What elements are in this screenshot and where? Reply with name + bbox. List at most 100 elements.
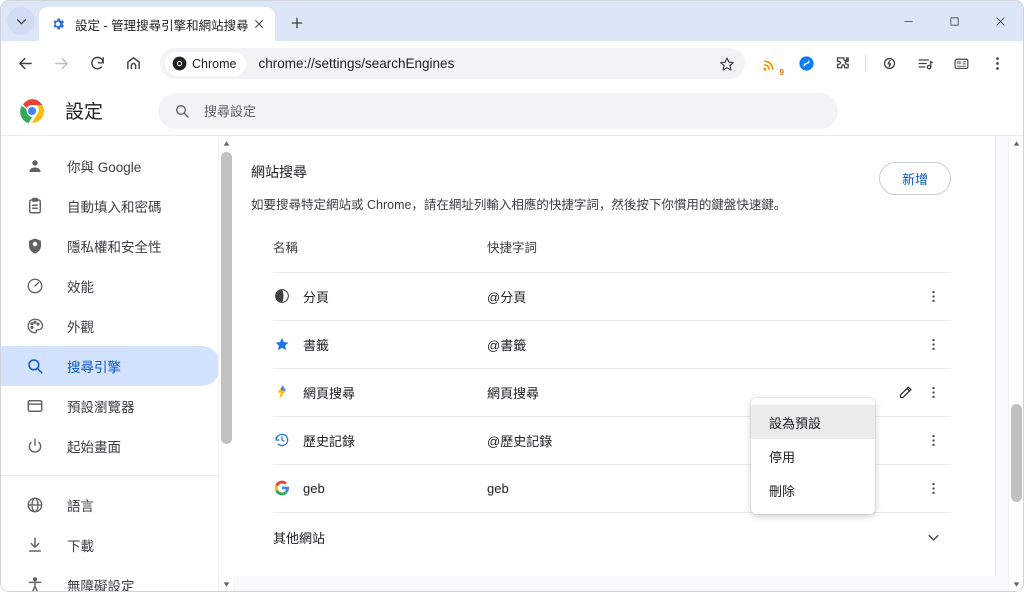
search-icon <box>174 103 190 119</box>
table-row[interactable]: 書籤 @書籤 <box>273 320 951 368</box>
extensions-puzzle-icon[interactable] <box>827 49 857 79</box>
row-actions <box>891 378 947 406</box>
cast-badge-icon[interactable]: 9 <box>755 49 785 79</box>
more-vertical-icon[interactable] <box>919 282 947 310</box>
sidebar-item-autofill-passwords[interactable]: 自動填入和密碼 <box>1 186 221 226</box>
search-icon <box>25 356 45 376</box>
sidebar-item-appearance[interactable]: 外觀 <box>1 306 221 346</box>
main-scroll-up-arrow-icon[interactable] <box>1009 136 1023 151</box>
tab-strip: 設定 - 管理搜尋引擎和網站搜尋 <box>1 1 1023 41</box>
section-title: 網站搜尋 <box>251 162 951 182</box>
row-name-cell: geb <box>273 480 487 497</box>
sidebar-scrollbar[interactable] <box>218 136 233 592</box>
web-search-lightning-icon <box>273 384 290 401</box>
main-scrollbar[interactable] <box>1008 136 1023 592</box>
sidebar-item-on-startup[interactable]: 起始畫面 <box>1 426 221 466</box>
forward-arrow-icon <box>46 49 76 79</box>
browser-tab[interactable]: 設定 - 管理搜尋引擎和網站搜尋 <box>39 7 275 41</box>
other-sites-label: 其他網站 <box>273 528 919 547</box>
sidebar-item-label: 效能 <box>67 276 94 296</box>
url-text[interactable]: chrome://settings/searchEngines <box>258 56 713 71</box>
sidebar-item-label: 外觀 <box>67 316 94 336</box>
settings-main: 網站搜尋 如要搜尋特定網站或 Chrome，請在網址列輸入相應的快捷字詞，然後按… <box>233 136 1023 592</box>
menu-item-delete[interactable]: 刪除 <box>751 473 875 507</box>
home-icon[interactable] <box>118 49 148 79</box>
sidebar-scroll-up-arrow-icon[interactable] <box>219 136 233 151</box>
sidebar-divider <box>1 475 233 476</box>
row-name-cell: 歷史記錄 <box>273 431 487 450</box>
sidebar-item-label: 無障礙設定 <box>67 575 135 592</box>
row-name-cell: 書籤 <box>273 335 487 354</box>
chrome-icon <box>172 56 187 71</box>
sidebar-scroll-down-arrow-icon[interactable] <box>219 577 233 592</box>
back-arrow-icon[interactable] <box>10 49 40 79</box>
row-keyword: @分頁 <box>487 287 919 306</box>
accessibility-icon <box>25 575 45 592</box>
sidebar-item-privacy-security[interactable]: 隱私權和安全性 <box>1 226 221 266</box>
sidebar-item-accessibility[interactable]: 無障礙設定 <box>1 565 221 592</box>
sidebar-item-default-browser[interactable]: 預設瀏覽器 <box>1 386 221 426</box>
search-input[interactable]: 搜尋設定 <box>158 93 838 129</box>
more-vertical-icon[interactable] <box>919 474 947 502</box>
sidebar-scroll-thumb[interactable] <box>221 152 232 444</box>
speedometer-icon <box>25 276 45 296</box>
browser-window: 設定 - 管理搜尋引擎和網站搜尋 <box>0 0 1024 592</box>
settings-gear-icon <box>50 16 66 32</box>
cast-badge-count: 9 <box>780 68 784 77</box>
pencil-edit-icon[interactable] <box>891 378 919 406</box>
chrome-menu-icon[interactable] <box>982 49 1012 79</box>
sidebar-item-label: 隱私權和安全性 <box>67 236 162 256</box>
settings-sidebar: 你與 Google 自動填入和密碼 隱私權和安全性 效能 <box>1 136 233 592</box>
chrome-logo-icon <box>19 98 45 124</box>
row-name: 書籤 <box>303 335 329 354</box>
sidebar-item-label: 下載 <box>67 535 94 555</box>
add-button[interactable]: 新增 <box>879 162 951 195</box>
sidebar-item-label: 預設瀏覽器 <box>67 396 135 416</box>
tab-close-icon[interactable] <box>249 14 269 34</box>
new-tab-button[interactable] <box>283 9 311 37</box>
performance-leaf-icon[interactable] <box>874 49 904 79</box>
address-bar[interactable]: Chrome chrome://settings/searchEngines <box>160 48 745 79</box>
star-icon[interactable] <box>713 50 741 78</box>
power-icon <box>25 436 45 456</box>
media-playlist-icon[interactable] <box>910 49 940 79</box>
close-icon[interactable] <box>977 1 1023 41</box>
more-vertical-icon[interactable] <box>919 426 947 454</box>
reload-icon[interactable] <box>82 49 112 79</box>
table-row[interactable]: 分頁 @分頁 <box>273 272 951 320</box>
chip-label: Chrome <box>192 57 236 71</box>
more-vertical-icon[interactable] <box>919 330 947 358</box>
sidebar-item-label: 搜尋引擎 <box>67 356 121 376</box>
section-description: 如要搜尋特定網站或 Chrome，請在網址列輸入相應的快捷字詞，然後按下你慣用的… <box>251 196 851 215</box>
column-header-keyword: 快捷字詞 <box>487 237 951 256</box>
chrome-origin-chip[interactable]: Chrome <box>165 52 246 76</box>
clipboard-icon <box>25 196 45 216</box>
more-vertical-icon[interactable] <box>919 378 947 406</box>
row-actions <box>919 330 947 358</box>
row-name: 網頁搜尋 <box>303 383 355 402</box>
row-actions <box>919 474 947 502</box>
shield-icon <box>25 236 45 256</box>
globe-icon <box>25 495 45 515</box>
row-keyword: @書籤 <box>487 335 919 354</box>
sidebar-item-downloads[interactable]: 下載 <box>1 525 221 565</box>
minimize-icon[interactable] <box>885 1 931 41</box>
other-sites-expander[interactable]: 其他網站 <box>273 512 951 562</box>
menu-item-set-default[interactable]: 設為預設 <box>751 405 875 439</box>
menu-item-deactivate[interactable]: 停用 <box>751 439 875 473</box>
shazam-extension-icon[interactable] <box>791 49 821 79</box>
toolbar-right-icons: 9 <box>752 49 1015 79</box>
history-clock-icon <box>273 432 290 449</box>
chevron-down-icon[interactable] <box>919 523 947 551</box>
main-scroll-thumb[interactable] <box>1011 404 1022 502</box>
profile-avatar-icon[interactable] <box>946 49 976 79</box>
row-actions <box>919 282 947 310</box>
maximize-icon[interactable] <box>931 1 977 41</box>
main-scroll-down-arrow-icon[interactable] <box>1009 577 1023 592</box>
tab-search-chevron-icon[interactable] <box>7 7 35 35</box>
person-icon <box>25 156 45 176</box>
sidebar-item-performance[interactable]: 效能 <box>1 266 221 306</box>
sidebar-item-search-engine[interactable]: 搜尋引擎 <box>1 346 221 386</box>
sidebar-item-you-and-google[interactable]: 你與 Google <box>1 146 221 186</box>
sidebar-item-languages[interactable]: 語言 <box>1 485 221 525</box>
